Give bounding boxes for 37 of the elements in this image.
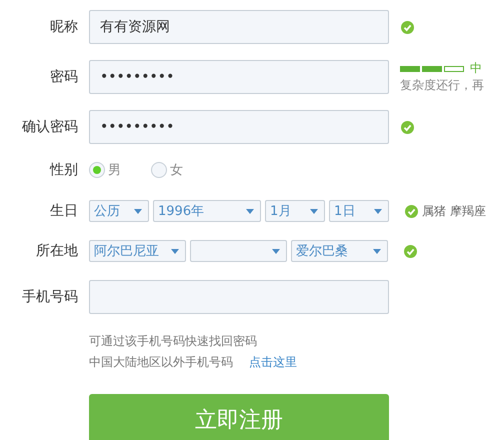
register-button[interactable]: 立即注册: [89, 394, 389, 440]
caret-icon: [171, 248, 179, 254]
caret-icon: [310, 208, 318, 214]
dropdown[interactable]: 1996年: [153, 200, 261, 222]
radio-option[interactable]: 女: [151, 161, 183, 179]
input-field[interactable]: •••••••••: [89, 110, 389, 144]
caret-icon: [272, 248, 280, 254]
dropdown[interactable]: 爱尔巴桑: [291, 240, 388, 262]
dropdown[interactable]: [190, 240, 287, 262]
radio-icon[interactable]: [151, 162, 167, 178]
zodiac-note: 摩羯座: [450, 202, 486, 220]
dropdown[interactable]: 阿尔巴尼亚: [89, 240, 186, 262]
field-label: 手机号码: [21, 288, 78, 306]
caret-icon: [246, 208, 254, 214]
dropdown[interactable]: 公历: [89, 200, 149, 222]
zodiac-note: 属猪: [422, 202, 446, 220]
input-field[interactable]: •••••••••: [89, 60, 389, 94]
dropdown[interactable]: 1日: [329, 200, 389, 222]
field-label: 确认密码: [21, 118, 78, 136]
field-label: 生日: [49, 202, 78, 220]
field-label: 所在地: [35, 242, 78, 260]
phone-hint: 可通过该手机号码快速找回密码: [89, 334, 257, 348]
dropdown[interactable]: 1月: [265, 200, 325, 222]
input-field[interactable]: [89, 280, 389, 314]
phone-hint: 中国大陆地区以外手机号码: [89, 355, 233, 369]
strength-hint: 复杂度还行，再: [400, 77, 484, 94]
caret-icon: [374, 208, 382, 214]
strength-label: 中: [470, 60, 482, 77]
radio-icon[interactable]: [89, 162, 105, 178]
caret-icon: [373, 248, 381, 254]
caret-icon: [134, 208, 142, 214]
field-label: 昵称: [49, 18, 78, 36]
radio-option[interactable]: 男: [89, 161, 121, 179]
input-field[interactable]: 有有资源网: [89, 10, 389, 44]
field-label: 密码: [49, 68, 78, 86]
click-here-link[interactable]: 点击这里: [249, 355, 297, 369]
field-label: 性别: [48, 161, 78, 179]
